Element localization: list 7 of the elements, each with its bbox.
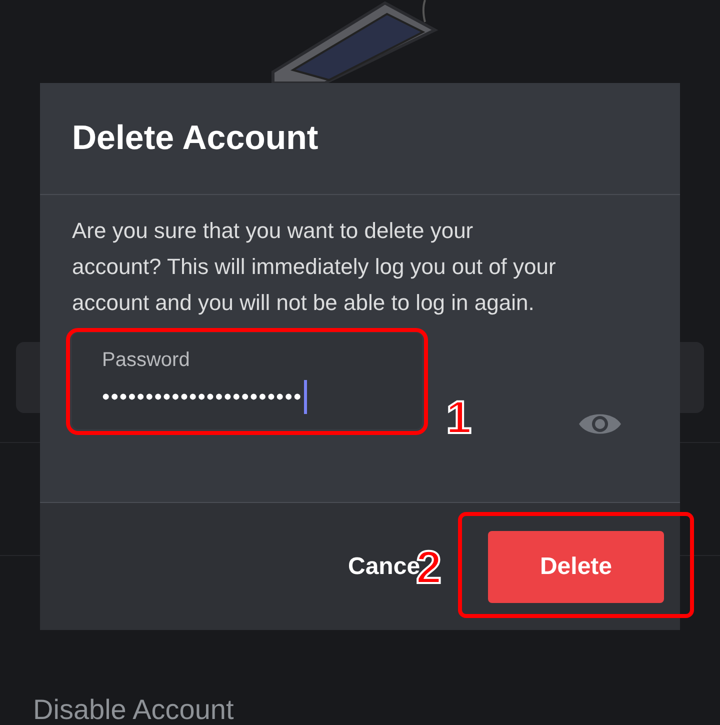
step-number: 2 <box>416 544 442 590</box>
step-number: 1 <box>446 394 472 440</box>
dialog-message: Are you sure that you want to delete your account? This will immediately log you out of your account and you will not be able to log in again. <box>72 217 557 317</box>
password-field[interactable]: Password ••••••••••••••••••••••• <box>72 333 422 429</box>
disable-account-option[interactable]: Disable Account <box>33 694 234 725</box>
delete-button[interactable]: Delete <box>488 530 664 602</box>
dialog-title: Delete Account <box>72 118 318 159</box>
